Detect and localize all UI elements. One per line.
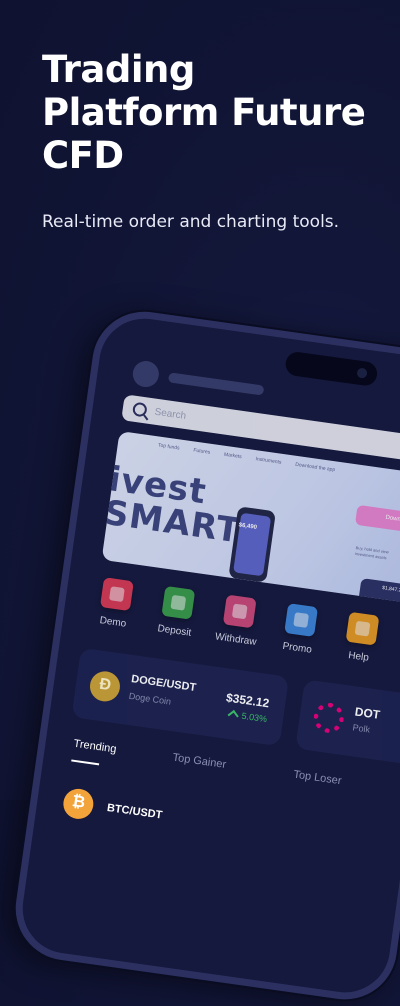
tab-label: Top Gainer — [171, 751, 227, 771]
deposit-icon — [161, 585, 196, 620]
tab-top-gainer[interactable]: Top Gainer — [172, 752, 227, 771]
headline-line-2: Platform Future — [42, 91, 366, 134]
withdraw-arrow-icon — [222, 594, 257, 629]
doge-coin-icon — [88, 669, 122, 704]
coin-name: Doge Coin — [128, 690, 172, 707]
quick-action-label: Help — [347, 650, 370, 664]
promo-banner[interactable]: Top funds Futures Markets Instruments Do… — [101, 430, 400, 604]
quick-action-promo[interactable]: Promo — [272, 602, 328, 657]
up-arrow-icon — [228, 709, 240, 722]
banner-description: Buy, hold and view investment assets — [354, 544, 390, 561]
quick-action-deposit[interactable]: Deposit — [149, 584, 205, 639]
banner-nav-item: Futures — [192, 447, 211, 456]
tab-trending[interactable]: Trending — [71, 737, 118, 766]
phone-mockup: Search Top funds Futures Markets Instrum… — [8, 305, 400, 1006]
page-subheadline: Real-time order and charting tools. — [42, 212, 340, 232]
user-name-placeholder — [167, 372, 265, 396]
banner-title: ivest SMART — [102, 459, 248, 551]
app-header — [131, 359, 265, 403]
coin-name: Polk — [351, 722, 371, 735]
headline-line-3: CFD — [42, 134, 124, 177]
coin-price: $352.12 — [225, 690, 271, 711]
polkadot-icon — [311, 700, 346, 735]
page-headline: Trading Platform Future CFD — [42, 48, 382, 177]
avatar[interactable] — [131, 359, 161, 389]
search-placeholder: Search — [153, 406, 187, 422]
quick-action-label: Demo — [98, 615, 127, 630]
banner-nav-item: Markets — [223, 451, 243, 461]
headline-line-1: Trading — [42, 48, 195, 91]
banner-nav-item: Instruments — [255, 456, 282, 466]
coin-pair: DOT — [353, 704, 381, 722]
coin-card-doge[interactable]: DOGE/USDT Doge Coin $352.12 5.03% — [71, 647, 290, 747]
list-item[interactable]: BTC/USDT — [61, 786, 164, 831]
help-search-icon — [345, 611, 380, 646]
active-tab-indicator — [71, 759, 100, 766]
tab-label: Top Loser — [292, 768, 343, 788]
quick-action-label: Withdraw — [214, 631, 258, 648]
bitcoin-icon — [61, 786, 96, 821]
coin-change-value: 5.03% — [240, 710, 268, 725]
quick-action-withdraw[interactable]: Withdraw — [210, 593, 266, 648]
list-item-pair: BTC/USDT — [106, 801, 163, 822]
tag-icon — [284, 603, 319, 637]
tab-label: Trending — [72, 737, 118, 756]
search-icon — [131, 401, 148, 418]
quick-action-label: Deposit — [156, 623, 192, 639]
coin-pair: DOGE/USDT — [130, 673, 197, 695]
quick-action-help[interactable]: Help — [333, 610, 389, 665]
banner-nav-item: Top funds — [157, 442, 180, 452]
tab-top-loser[interactable]: Top Loser — [293, 769, 343, 788]
coin-card-dot[interactable]: DOT Polk — [295, 679, 400, 770]
quick-action-label: Promo — [281, 640, 313, 656]
phone-notch — [284, 350, 379, 388]
gamepad-icon — [99, 577, 134, 612]
coin-change: 5.03% — [228, 709, 268, 725]
banner-nav-item: Download the app — [294, 461, 336, 474]
quick-action-demo[interactable]: Demo — [87, 576, 143, 631]
